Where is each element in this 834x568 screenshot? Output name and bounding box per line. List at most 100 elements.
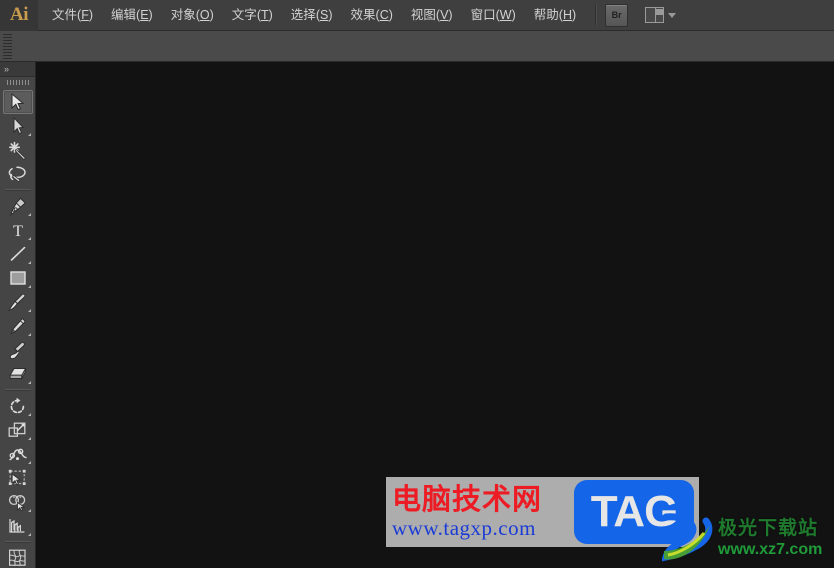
tools-panel-drag-handle[interactable]	[0, 77, 35, 88]
arrange-documents-button[interactable]	[645, 7, 677, 23]
menu-item-list: 文件(F) 编辑(E) 对象(O) 文字(T) 选择(S) 效果(C) 视图(V…	[43, 0, 585, 31]
tools-panel-header[interactable]: »	[0, 62, 35, 77]
watermark-center: 电脑技术网 www.tagxp.com TAG	[386, 477, 699, 547]
tool-flyout-indicator	[27, 133, 31, 136]
tool-rotate[interactable]	[3, 394, 33, 418]
arrange-documents-icon	[645, 7, 665, 23]
tool-line-segment[interactable]	[3, 242, 33, 266]
tool-flyout-indicator	[27, 413, 31, 416]
menu-item-edit[interactable]: 编辑(E)	[102, 3, 162, 28]
tool-column-graph[interactable]	[3, 514, 33, 538]
shape-builder-icon	[8, 494, 25, 511]
paintbrush-icon	[8, 293, 26, 311]
app-logo-icon: Ai	[0, 0, 38, 31]
menu-item-file-label: 文件	[52, 7, 78, 22]
tool-rectangle[interactable]	[3, 266, 33, 290]
menu-item-window-label: 窗口	[470, 7, 496, 22]
tool-lasso[interactable]	[3, 162, 33, 186]
tools-divider	[4, 189, 31, 191]
tool-direct-selection[interactable]	[3, 114, 33, 138]
tool-flyout-indicator	[27, 381, 31, 384]
rectangle-icon	[9, 271, 26, 285]
tool-selection[interactable]	[2, 90, 33, 114]
tool-eraser[interactable]	[3, 362, 33, 386]
menu-item-select[interactable]: 选择(S)	[282, 3, 342, 28]
menu-item-edit-mnemonic: E	[140, 7, 149, 22]
menu-item-object-label: 对象	[170, 7, 196, 22]
direct-selection-arrow-icon	[13, 117, 24, 135]
tool-blob-brush[interactable]	[3, 338, 33, 362]
tool-flyout-indicator	[27, 213, 31, 216]
mesh-grid-icon	[9, 549, 26, 567]
menu-item-help-mnemonic: H	[562, 7, 572, 22]
menu-item-type-mnemonic: T	[260, 7, 269, 22]
rotate-icon	[10, 397, 25, 413]
tool-type[interactable]: T	[3, 218, 33, 242]
menu-item-type[interactable]: 文字(T)	[223, 3, 282, 28]
watermark-bottom-right-text: 极光下载站 www.xz7.com	[718, 516, 823, 558]
tool-mesh[interactable]	[3, 546, 33, 568]
menu-item-type-label: 文字	[231, 7, 257, 22]
illustrator-window: Ai 文件(F) 编辑(E) 对象(O) 文字(T) 选择(S) 效果(C) 视…	[0, 0, 834, 568]
menu-bar-divider	[595, 5, 598, 25]
eraser-icon	[8, 366, 26, 380]
watermark-bottom-right-url: www.xz7.com	[718, 540, 823, 558]
menu-item-edit-label: 编辑	[111, 7, 137, 22]
pen-nib-icon	[10, 197, 26, 216]
menu-item-effect[interactable]: 效果(C)	[342, 3, 402, 28]
free-transform-icon	[8, 469, 26, 486]
watermark-bottom-right-logo-icon	[661, 511, 716, 565]
svg-text:T: T	[13, 223, 23, 239]
tools-panel: » T	[0, 62, 36, 568]
menu-item-file-mnemonic: F	[81, 7, 89, 22]
watermark-center-title: 电脑技术网	[392, 482, 543, 516]
pencil-icon	[10, 317, 26, 335]
collapse-panel-icon[interactable]: »	[4, 64, 9, 74]
menu-item-window[interactable]: 窗口(W)	[462, 3, 525, 28]
tool-pencil[interactable]	[3, 314, 33, 338]
tool-scale[interactable]	[3, 418, 33, 442]
tool-magic-wand[interactable]	[3, 138, 33, 162]
control-bar-drag-handle[interactable]	[3, 33, 12, 59]
menu-item-view[interactable]: 视图(V)	[402, 3, 462, 28]
watermark-center-url: www.tagxp.com	[392, 516, 536, 540]
control-options-bar	[0, 31, 834, 62]
menu-item-effect-label: 效果	[350, 7, 376, 22]
tools-divider	[4, 389, 31, 391]
tool-flyout-indicator	[27, 461, 31, 464]
menu-item-help[interactable]: 帮助(H)	[525, 3, 585, 28]
bridge-button[interactable]: Br	[605, 3, 629, 27]
menu-item-file[interactable]: 文件(F)	[43, 3, 102, 28]
tool-flyout-indicator	[27, 237, 31, 240]
watermark-bottom-right-title: 极光下载站	[718, 516, 819, 539]
tool-flyout-indicator	[27, 509, 31, 512]
menu-item-object-mnemonic: O	[199, 7, 210, 22]
tool-width[interactable]	[3, 442, 33, 466]
tool-flyout-indicator	[27, 333, 31, 336]
watermark-bottom-right: 极光下载站 www.xz7.com	[661, 510, 832, 566]
tool-paintbrush[interactable]	[3, 290, 33, 314]
line-segment-icon	[10, 246, 25, 261]
tool-flyout-indicator	[27, 285, 31, 288]
tool-shape-builder[interactable]	[3, 490, 33, 514]
chevron-down-icon	[668, 12, 677, 18]
menu-item-select-label: 选择	[290, 7, 316, 22]
tool-free-transform[interactable]	[3, 466, 33, 490]
tool-pen[interactable]	[3, 194, 33, 218]
column-graph-icon	[9, 519, 25, 533]
blob-brush-icon	[9, 341, 25, 359]
tools-divider	[4, 541, 31, 543]
menu-item-view-label: 视图	[410, 7, 436, 22]
tool-flyout-indicator	[27, 533, 31, 536]
type-T-icon: T	[13, 223, 23, 239]
selection-arrow-icon	[11, 93, 24, 111]
width-tool-icon	[8, 448, 27, 460]
menu-item-object[interactable]: 对象(O)	[162, 3, 223, 28]
menu-item-effect-mnemonic: C	[379, 7, 389, 22]
menu-item-window-mnemonic: W	[499, 7, 512, 22]
menu-item-help-label: 帮助	[533, 7, 559, 22]
magic-wand-icon	[8, 141, 27, 160]
menu-bar: Ai 文件(F) 编辑(E) 对象(O) 文字(T) 选择(S) 效果(C) 视…	[0, 0, 834, 31]
watermark-center-text: 电脑技术网 www.tagxp.com	[386, 483, 572, 541]
menu-item-select-mnemonic: S	[319, 7, 329, 22]
